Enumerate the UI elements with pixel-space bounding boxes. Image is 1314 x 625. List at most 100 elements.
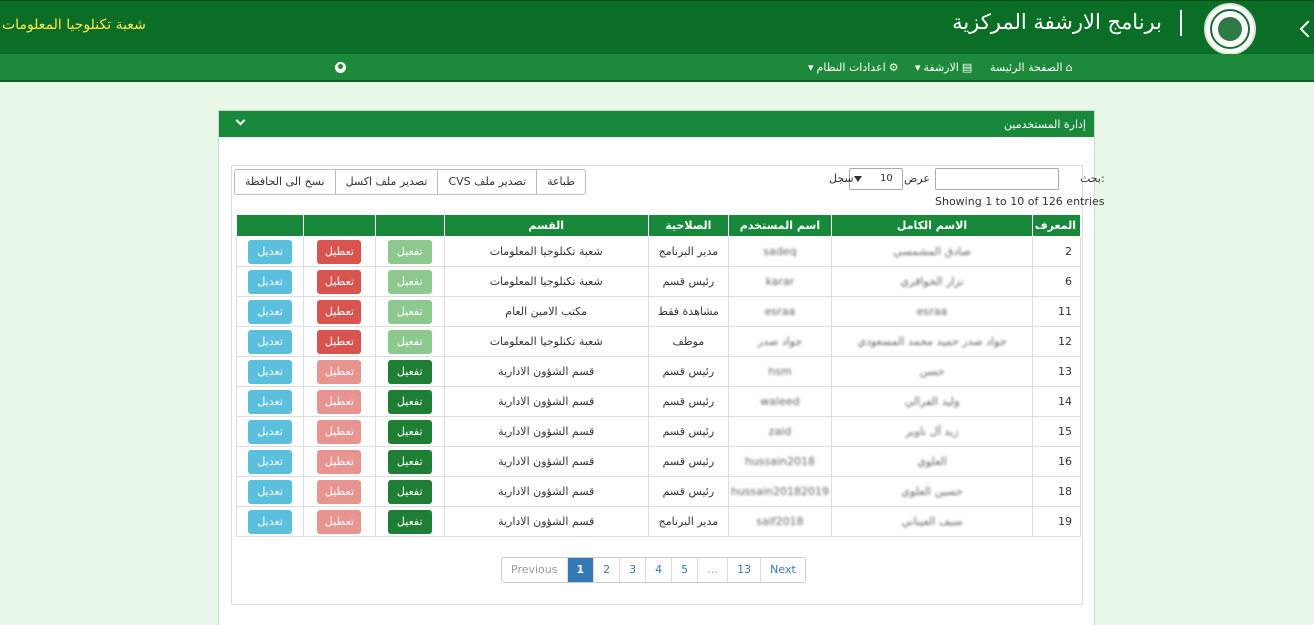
disable-button[interactable]: تعطيل xyxy=(317,269,362,294)
page-3-button[interactable]: 3 xyxy=(620,558,647,582)
page-1-button[interactable]: 1 xyxy=(567,558,595,582)
search-input[interactable] xyxy=(935,168,1059,190)
users-panel: إدارة المستخدمين طباعة تصدير ملف CVS تصد… xyxy=(218,110,1105,625)
disable-button[interactable]: تعطيل xyxy=(317,299,362,324)
col-header-fullname[interactable]: الاسم الكامل xyxy=(830,214,1034,237)
cell-activate: تفعيل xyxy=(374,236,445,267)
cell-role: رئيس قسم xyxy=(647,386,730,417)
activate-button[interactable]: تفعيل xyxy=(387,329,432,354)
username-text: sadeq xyxy=(763,245,797,258)
edit-button[interactable]: تعديل xyxy=(248,359,293,384)
page-ellipsis-button: … xyxy=(698,558,729,582)
export-excel-button[interactable]: تصدير ملف اكسل xyxy=(334,170,438,194)
edit-button[interactable]: تعديل xyxy=(248,299,293,324)
nav-home[interactable]: ⌂ الصفحة الرئيسة xyxy=(990,61,1073,74)
username-text: جواد صدر xyxy=(757,335,803,348)
collapse-chevron-icon[interactable] xyxy=(235,115,246,126)
activate-button[interactable]: تفعيل xyxy=(387,449,432,474)
search-label: بحث: xyxy=(1080,172,1105,185)
disable-button[interactable]: تعطيل xyxy=(317,359,362,384)
col-header-role[interactable]: الصلاحية xyxy=(647,214,730,237)
edit-button[interactable]: تعديل xyxy=(248,389,293,414)
disable-button[interactable]: تعطيل xyxy=(317,479,362,504)
fullname-text: نزار الحواقري xyxy=(900,275,964,288)
col-header-username[interactable]: اسم المستخدم xyxy=(728,214,832,237)
main-nav: ⌂ الصفحة الرئيسة ▤ الارشفة ▾ ⚙ اعدادات ا… xyxy=(0,54,1314,82)
nav-archive[interactable]: ▤ الارشفة ▾ xyxy=(915,61,972,74)
table-row: 13 حسن hsm رئيس قسم قسم الشؤون الادارية تفعيل… xyxy=(235,356,1081,387)
cell-edit: تعديل xyxy=(235,356,305,387)
activate-button[interactable]: تفعيل xyxy=(387,479,432,504)
fullname-text: وليد الفرالي xyxy=(904,395,960,408)
nav-archive-label: الارشفة xyxy=(923,61,959,74)
cell-disable: تعطيل xyxy=(303,506,376,537)
print-button[interactable]: طباعة xyxy=(536,170,585,194)
disable-button[interactable]: تعطيل xyxy=(317,449,362,474)
edit-button[interactable]: تعديل xyxy=(248,419,293,444)
activate-button[interactable]: تفعيل xyxy=(387,359,432,384)
cell-dept: شعبة تكنلوجيا المعلومات xyxy=(443,236,649,267)
disable-button[interactable]: تعطيل xyxy=(317,509,362,534)
username-text: hussain20182019 xyxy=(730,485,830,498)
edit-button[interactable]: تعديل xyxy=(248,509,293,534)
activate-button[interactable]: تفعيل xyxy=(387,389,432,414)
col-header-id[interactable]: المعرف xyxy=(1032,214,1081,237)
edit-button[interactable]: تعديل xyxy=(248,269,293,294)
cell-activate: تفعيل xyxy=(374,416,445,447)
edit-button[interactable]: تعديل xyxy=(248,479,293,504)
disable-button[interactable]: تعطيل xyxy=(317,389,362,414)
activate-button[interactable]: تفعيل xyxy=(387,299,432,324)
cell-username: waleed xyxy=(728,386,832,417)
page-5-button[interactable]: 5 xyxy=(672,558,699,582)
disable-button[interactable]: تعطيل xyxy=(317,419,362,444)
user-icon[interactable] xyxy=(335,62,346,73)
cell-username: zaid xyxy=(728,416,832,447)
table-row: 14 وليد الفرالي waleed رئيس قسم قسم الشؤون ا… xyxy=(235,386,1081,417)
chevron-icon[interactable] xyxy=(1299,20,1314,38)
cell-disable: تعطيل xyxy=(303,266,376,297)
edit-button[interactable]: تعديل xyxy=(248,239,293,264)
cell-id: 12 xyxy=(1032,326,1081,357)
cell-edit: تعديل xyxy=(235,506,305,537)
cell-disable: تعطيل xyxy=(303,416,376,447)
cell-activate: تفعيل xyxy=(374,326,445,357)
cell-edit: تعديل xyxy=(235,296,305,327)
edit-button[interactable]: تعديل xyxy=(248,449,293,474)
home-icon: ⌂ xyxy=(1065,61,1073,74)
caret-down-icon: ▾ xyxy=(915,61,921,74)
cell-dept: قسم الشؤون الادارية xyxy=(443,386,649,417)
cell-dept: شعبة تكنلوجيا المعلومات xyxy=(443,326,649,357)
previous-page-button[interactable]: Previous xyxy=(502,558,568,582)
cell-role: موظف xyxy=(647,326,730,357)
cell-dept: قسم الشؤون الادارية xyxy=(443,476,649,507)
cell-role: مدير البرنامج xyxy=(647,236,730,267)
export-csv-button[interactable]: تصدير ملف CVS xyxy=(437,170,537,194)
page-length-select[interactable]: 10 xyxy=(849,168,903,190)
col-header-dept[interactable]: القسم xyxy=(443,214,649,237)
page-13-button[interactable]: 13 xyxy=(728,558,762,582)
fullname-text: العلوي xyxy=(917,455,947,468)
nav-settings[interactable]: ⚙ اعدادات النظام ▾ xyxy=(808,61,899,74)
cell-username: hsm xyxy=(728,356,832,387)
page-2-button[interactable]: 2 xyxy=(594,558,621,582)
app-title: برنامج الارشفة المركزية xyxy=(952,10,1162,34)
cell-role: رئيس قسم xyxy=(647,476,730,507)
activate-button[interactable]: تفعيل xyxy=(387,509,432,534)
cell-disable: تعطيل xyxy=(303,326,376,357)
top-bar: برنامج الارشفة المركزية شعبة تكنلوجيا ال… xyxy=(0,0,1314,55)
activate-button[interactable]: تفعيل xyxy=(387,239,432,264)
cell-fullname: وليد الفرالي xyxy=(830,386,1034,417)
cell-role: مدير البرنامج xyxy=(647,506,730,537)
next-page-button[interactable]: Next xyxy=(761,558,805,582)
cell-username: karar xyxy=(728,266,832,297)
disable-button[interactable]: تعطيل xyxy=(317,329,362,354)
cell-username: hussain2018 xyxy=(728,446,832,477)
activate-button[interactable]: تفعيل xyxy=(387,419,432,444)
length-label: عرض xyxy=(904,172,930,185)
copy-clipboard-button[interactable]: نسخ الى الحافظة xyxy=(235,170,335,194)
page-4-button[interactable]: 4 xyxy=(646,558,673,582)
activate-button[interactable]: تفعيل xyxy=(387,269,432,294)
edit-button[interactable]: تعديل xyxy=(248,329,293,354)
cell-id: 11 xyxy=(1032,296,1081,327)
disable-button[interactable]: تعطيل xyxy=(317,239,362,264)
